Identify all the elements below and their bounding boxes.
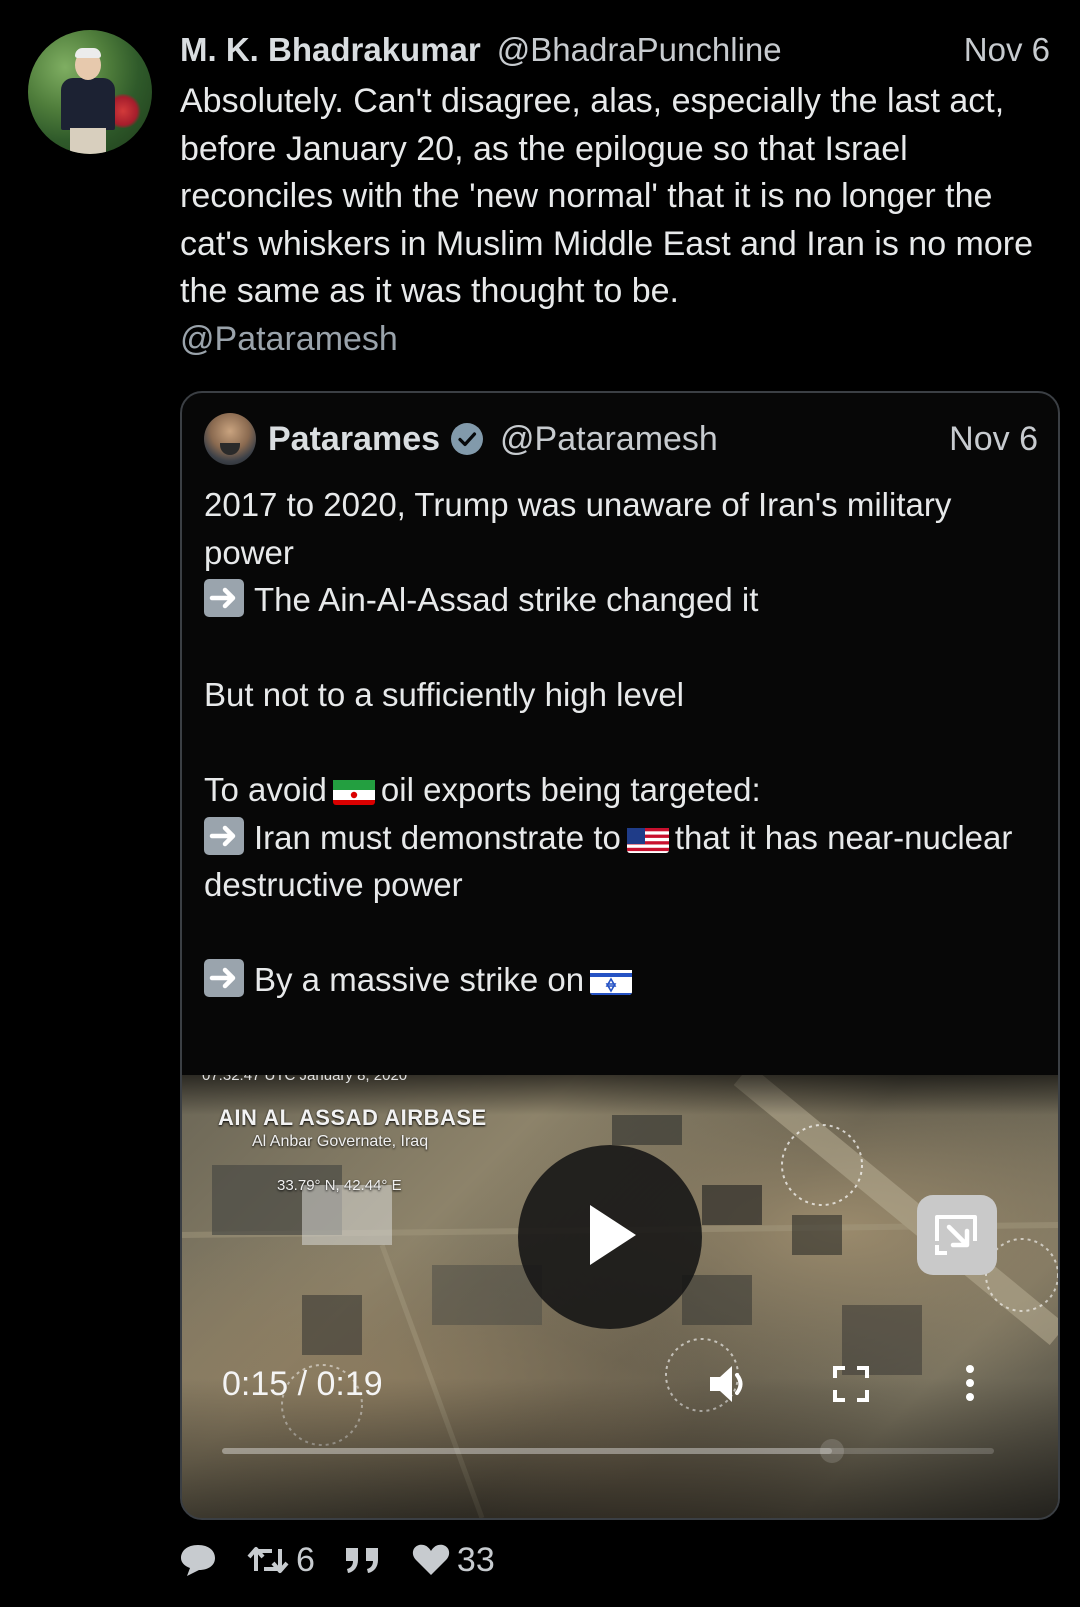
- fullscreen-icon: [833, 1366, 869, 1402]
- verified-icon: [450, 422, 484, 456]
- avatar-body: [61, 78, 115, 130]
- quoted-date[interactable]: Nov 6: [949, 420, 1038, 459]
- avatar-beard: [220, 443, 240, 455]
- quoted-line: Iran must demonstrate to that it has near…: [204, 814, 1034, 909]
- quoted-tweet[interactable]: Patarames @Pataramesh Nov 6 2017 to 2020…: [180, 391, 1060, 1520]
- quoted-line-text: By a massive strike on: [254, 961, 585, 998]
- quoted-line: By a massive strike on: [204, 956, 1034, 1004]
- video-progress-bar[interactable]: [222, 1439, 994, 1463]
- us-flag: [626, 823, 669, 853]
- quoted-author-name[interactable]: Patarames: [268, 420, 440, 459]
- like-count: 33: [456, 1540, 495, 1579]
- mention-link[interactable]: @Pataramesh: [180, 320, 398, 358]
- more-options-button[interactable]: [960, 1363, 980, 1408]
- quoted-line-text: The Ain-Al-Assad strike changed it: [254, 581, 759, 618]
- author-name[interactable]: M. K. Bhadrakumar: [180, 31, 481, 69]
- quoted-line-text: To avoid: [204, 771, 327, 808]
- reply-button[interactable]: [178, 1542, 218, 1578]
- avatar-legs: [70, 128, 106, 154]
- reply-icon: [181, 1545, 215, 1576]
- pip-icon: [935, 1215, 977, 1255]
- heart-icon: [412, 1544, 450, 1575]
- arrow-right-emoji: [204, 816, 244, 855]
- retweet-icon: [247, 1547, 289, 1573]
- play-icon: [590, 1205, 636, 1265]
- israel-flag: [590, 965, 633, 995]
- video-player[interactable]: 07:32:47 UTC January 8, 2020 AIN AL ASSA…: [182, 1075, 1058, 1518]
- more-vert-icon: [966, 1365, 974, 1401]
- arrow-right-emoji: [204, 579, 244, 617]
- tweet-header: M. K. Bhadrakumar @BhadraPunchline Nov 6: [180, 28, 1050, 72]
- video-progress-knob[interactable]: [819, 1439, 844, 1463]
- pip-button[interactable]: [917, 1195, 997, 1275]
- tweet-date[interactable]: Nov 6: [964, 31, 1050, 69]
- like-button[interactable]: 33: [411, 1541, 495, 1580]
- quoted-line-text: oil exports being targeted:: [380, 771, 761, 808]
- iran-flag: [332, 775, 375, 805]
- video-overlay-subtitle: Al Anbar Governate, Iraq: [252, 1133, 429, 1150]
- author-avatar[interactable]: [28, 30, 152, 154]
- quoted-line: To avoid oil exports being targeted:: [204, 766, 1034, 814]
- quoted-header: Patarames @Pataramesh Nov 6: [268, 413, 1038, 465]
- quoted-text: 2017 to 2020, Trump was unaware of Iran'…: [204, 481, 1034, 1004]
- quote-icon: [345, 1548, 378, 1573]
- quoted-line: The Ain-Al-Assad strike changed it: [204, 576, 1034, 624]
- quoted-line: But not to a sufficiently high level: [204, 676, 685, 713]
- fullscreen-button[interactable]: [832, 1365, 870, 1408]
- quoted-author-handle[interactable]: @Pataramesh: [500, 420, 718, 459]
- tweet-text: Absolutely. Can't disagree, alas, especi…: [180, 78, 1050, 363]
- action-bar: 6 33: [178, 1535, 523, 1585]
- retweet-button[interactable]: 6: [246, 1541, 315, 1580]
- play-button[interactable]: [518, 1145, 702, 1329]
- quote-button[interactable]: [343, 1545, 383, 1575]
- video-overlay-top: 07:32:47 UTC January 8, 2020: [202, 1075, 408, 1084]
- tweet-body: Absolutely. Can't disagree, alas, especi…: [180, 82, 1034, 310]
- retweet-count: 6: [296, 1540, 315, 1579]
- author-handle[interactable]: @BhadraPunchline: [497, 31, 782, 69]
- video-time: 0:15 / 0:19: [222, 1365, 383, 1403]
- volume-icon: [710, 1366, 743, 1402]
- video-progress-fill: [222, 1448, 832, 1454]
- avatar-hair: [75, 48, 101, 58]
- quoted-author-avatar[interactable]: [204, 413, 256, 465]
- video-overlay-title: AIN AL ASSAD AIRBASE: [218, 1105, 487, 1130]
- video-overlay-coords: 33.79° N, 42.44° E: [277, 1177, 402, 1194]
- quoted-line: 2017 to 2020, Trump was unaware of Iran'…: [204, 486, 961, 571]
- quoted-line-text: Iran must demonstrate to: [254, 818, 621, 856]
- arrow-right-emoji: [204, 959, 244, 997]
- volume-button[interactable]: [706, 1361, 752, 1412]
